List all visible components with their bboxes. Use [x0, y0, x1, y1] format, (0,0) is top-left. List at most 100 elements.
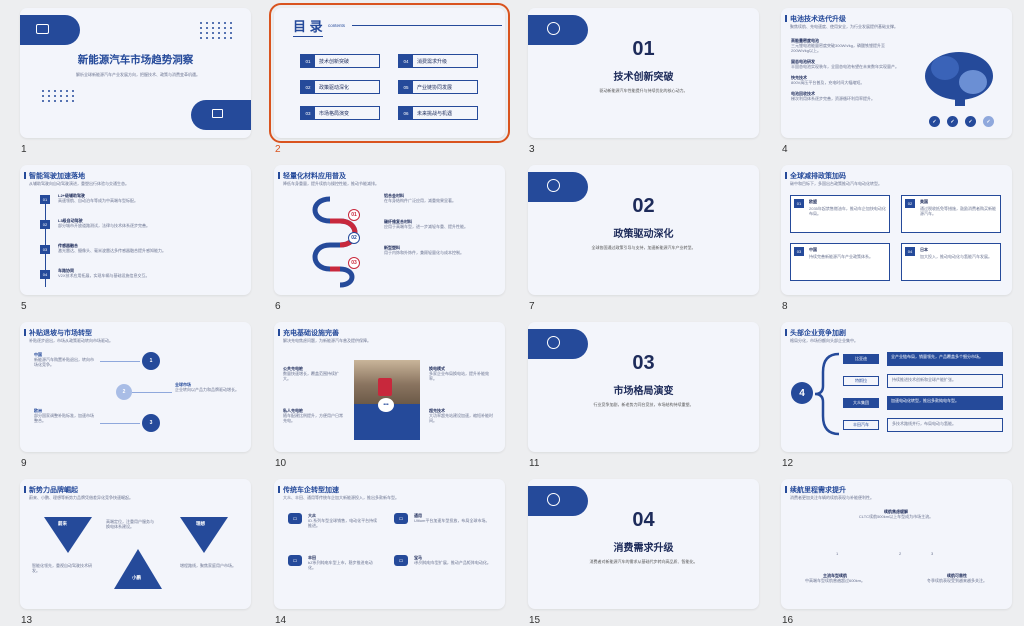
item-description: 三元锂电池能量密度突破300Wh/kg，磷酸铁锂提升至200Wh/kg以上。 [791, 43, 886, 53]
slide-thumbnail-6[interactable]: 轻量化材料应用普及 降低车身重量，提升续航与操控性能，推动节能减排。 01 02… [274, 165, 505, 312]
slide-number: 15 [529, 615, 541, 626]
slide-5[interactable]: 智能驾驶加速落地 从辅助驾驶向自动驾驶演进，重塑出行体验与交通生态。 01 L2… [20, 165, 251, 295]
red-bus-shape [378, 378, 392, 396]
section-number: 02 [632, 195, 655, 217]
company-description: Ultium平台加速车型投放，布局全球市场。 [414, 518, 490, 523]
slide-thumbnail-11[interactable]: 03 市场格局演变 行业竞争加剧，新老势力同台竞技，市场结构持续重塑。 11 [528, 322, 759, 469]
item-description: 多家企业布局换电站，提升补能效率。 [429, 371, 489, 381]
card-heading: 日本 [920, 247, 928, 252]
toc-item-label: 产业链协同发展 [417, 84, 453, 91]
item-description: 在车身结构件广泛应用，减重效果显著。 [384, 198, 456, 203]
slide-2[interactable]: 目 录 contents 01 技术创新突破 04 消费需求升级 02 政策驱动深化 … [269, 3, 510, 143]
slide-15[interactable]: 04 消费需求升级 消费者对新能源汽车的需求从基础代步转向高品质、智能化。 [528, 479, 759, 609]
slide-title: 新能源汽车市场趋势洞察 [77, 54, 194, 66]
slide-16[interactable]: 续航里程需求提升 消费者更加关注车辆的续航表现与补能便利性。 续航焦虑缓解 CLT… [781, 479, 1012, 609]
company-label: 比亚迪 [843, 354, 879, 364]
slide-6[interactable]: 轻量化材料应用普及 降低车身重量，提升续航与操控性能，推动节能减排。 01 02… [274, 165, 505, 295]
dot-pattern-decoration [200, 22, 233, 39]
card-description: 持续完善新能源汽车产业政策体系。 [809, 254, 873, 259]
slide-thumbnail-10[interactable]: 充电基础设施完善 解决充电焦虑问题，为新能源汽车普及提供保障。 公共充电桩 数量快… [274, 322, 505, 469]
chat-icon: ▭ [394, 513, 408, 524]
company-description: 加速电动化转型，推出多款纯电车型。 [887, 396, 1003, 410]
card-description: 通过税收抵免等措施，鼓励消费者购买新能源汽车。 [920, 206, 996, 216]
slide-heading: 充电基础设施完善 [278, 329, 339, 337]
slide-11[interactable]: 03 市场格局演变 行业竞争加剧，新老势力同台竞技，市场结构持续重塑。 [528, 322, 759, 452]
slide-thumbnail-14[interactable]: 传统车企转型加速 大众、丰田、通用等传统车企加大新能源投入，推出多款新车型。 ▭… [274, 479, 505, 626]
slide-14[interactable]: 传统车企转型加速 大众、丰田、通用等传统车企加大新能源投入，推出多款新车型。 ▭… [274, 479, 505, 609]
slide-8[interactable]: 全球减排政策加码 碳中和目标下，多国出台政策推动汽车电动化转型。 01 欧盟 2… [781, 165, 1012, 295]
card-number: 04 [905, 247, 915, 256]
slide-thumbnail-8[interactable]: 全球减排政策加码 碳中和目标下，多国出台政策推动汽车电动化转型。 01 欧盟 2… [781, 165, 1012, 312]
slide-thumbnail-7[interactable]: 02 政策驱动深化 全球各国通过政策引导与支持，加速新能源汽车产业转型。 7 [528, 165, 759, 312]
policy-card: 02 美国 通过税收抵免等措施，鼓励消费者购买新能源汽车。 [901, 195, 1001, 233]
slide-heading: 智能驾驶加速落地 [24, 172, 85, 180]
slide-number: 5 [21, 301, 27, 312]
slide-heading: 头部企业竞争加剧 [785, 329, 846, 337]
toc-item-label: 政策驱动深化 [319, 84, 350, 91]
slide-thumbnail-12[interactable]: 头部企业竞争加剧 格局分化，市场份额向头部企业集中。 4 比亚迪 特斯拉 大众集… [781, 322, 1012, 469]
step-number: 01 [348, 209, 360, 221]
slide-7[interactable]: 02 政策驱动深化 全球各国通过政策引导与支持，加速新能源汽车产业转型。 [528, 165, 759, 295]
section-description: 全球各国通过政策引导与支持，加速新能源汽车产业转型。 [591, 245, 696, 250]
slide-3[interactable]: 01 技术创新突破 驱动新能源汽车性能提升与持续优化的核心动力。 [528, 8, 759, 138]
brand-label: 蔚来 [58, 521, 67, 526]
section-title: 消费需求升级 [613, 543, 674, 554]
toc-item-03[interactable]: 03 市场格局演变 [300, 106, 380, 120]
toc-item-label: 技术创新突破 [319, 58, 350, 65]
slide-1[interactable]: 新能源汽车市场趋势洞察 解析全球新能源汽车产业发展方向，把握技术、政策与消费变革… [20, 8, 251, 138]
toc-item-04[interactable]: 04 消费需求升级 [398, 54, 478, 68]
toc-item-label: 市场格局演变 [319, 110, 350, 117]
slide-subheading: 补贴逐步退出，市场从政策驱动转向市场驱动。 [29, 338, 113, 343]
center-number: 4 [791, 382, 813, 404]
slide-subheading: 消费者更加关注车辆的续航表现与补能便利性。 [790, 495, 874, 500]
card-description: 2035年起禁售燃油车，推动车企加快电动化布局。 [809, 206, 886, 216]
slide-thumbnail-16[interactable]: 续航里程需求提升 消费者更加关注车辆的续航表现与补能便利性。 续航焦虑缓解 CLT… [781, 479, 1012, 626]
company-label: 丰田汽车 [843, 420, 879, 430]
slide-9[interactable]: 补贴退坡与市场转型 补贴逐步退出，市场从政策驱动转向市场驱动。 中国 新能源汽车购… [20, 322, 251, 452]
slide-12[interactable]: 头部企业竞争加剧 格局分化，市场份额向头部企业集中。 4 比亚迪 特斯拉 大众集… [781, 322, 1012, 452]
slide-13[interactable]: 新势力品牌崛起 蔚来、小鹏、理想等新势力品牌凭借差异化竞争快速崛起。 蔚来 理想… [20, 479, 251, 609]
node-icon: 2 [116, 384, 132, 400]
slide-thumbnail-13[interactable]: 新势力品牌崛起 蔚来、小鹏、理想等新势力品牌凭借差异化竞争快速崛起。 蔚来 理想… [20, 479, 251, 626]
slide-thumbnail-4[interactable]: 电池技术迭代升级 聚焦续航、充电速度、使用安全，为行业发展提供基础支撑。 高能量… [781, 8, 1012, 155]
brand-label: 小鹏 [132, 575, 141, 580]
slide-subheading: 从辅助驾驶向自动驾驶演进，重塑出行体验与交通生态。 [29, 181, 129, 186]
item-description: 数量快速增长，覆盖范围持续扩大。 [283, 371, 339, 381]
toc-item-05[interactable]: 05 产业链协同发展 [398, 80, 478, 94]
arrow-line [100, 361, 140, 362]
item-description: 中高端车型续航普遍超过600km。 [804, 578, 865, 583]
item-description: 大功率超充站建设加速，缩短补能时间。 [429, 413, 493, 423]
section-number: 03 [632, 352, 655, 374]
toc-item-06[interactable]: 06 未来挑战与机遇 [398, 106, 478, 120]
card-number: 02 [905, 199, 915, 208]
slide-subheading: 碳中和目标下，多国出台政策推动汽车电动化转型。 [790, 181, 882, 186]
node-icon: 3 [142, 414, 160, 432]
slide-subheading: 大众、丰田、通用等传统车企加大新能源投入，推出多款新车型。 [283, 495, 399, 500]
slide-number: 2 [275, 144, 281, 155]
slide-thumbnail-15[interactable]: 04 消费需求升级 消费者对新能源汽车的需求从基础代步转向高品质、智能化。 15 [528, 479, 759, 626]
item-description: 新能源汽车购置补贴退出，转向市场化竞争。 [34, 357, 94, 367]
company-description: 多技术路线并行，布局电动与氢能。 [887, 418, 1003, 432]
slide-number: 9 [21, 458, 27, 469]
slide-thumbnail-5[interactable]: 智能驾驶加速落地 从辅助驾驶向自动驾驶演进，重塑出行体验与交通生态。 01 L2… [20, 165, 251, 312]
toc-item-02[interactable]: 02 政策驱动深化 [300, 80, 380, 94]
slide-4[interactable]: 电池技术迭代升级 聚焦续航、充电速度、使用安全，为行业发展提供基础支撑。 高能量… [781, 8, 1012, 138]
policy-card: 04 日本 加大投入，推动电动化与氢能汽车发展。 [901, 243, 1001, 281]
slide-heading: 传统车企转型加速 [278, 486, 339, 494]
slide-subtitle: 解析全球新能源汽车产业发展方向，把握技术、政策与消费变革机遇。 [76, 72, 200, 77]
slide-thumbnail-2[interactable]: 目 录 contents 01 技术创新突破 04 消费需求升级 02 政策驱动深化 … [269, 3, 510, 155]
slide-thumbnail-9[interactable]: 补贴退坡与市场转型 补贴逐步退出，市场从政策驱动转向市场驱动。 中国 新能源汽车购… [20, 322, 251, 469]
chat-icon: ▭ [288, 555, 302, 566]
step-description: 部分城市开放道路测试，法律与技术体系逐步完善。 [58, 223, 150, 228]
toc-item-01[interactable]: 01 技术创新突破 [300, 54, 380, 68]
slide-thumbnail-3[interactable]: 01 技术创新突破 驱动新能源汽车性能提升与持续优化的核心动力。 3 [528, 8, 759, 155]
slide-10[interactable]: 充电基础设施完善 解决充电焦虑问题，为新能源汽车普及提供保障。 公共充电桩 数量快… [274, 322, 505, 452]
slide-number: 1 [21, 144, 27, 155]
company-description: 持续推进技术创新和全球产能扩张。 [887, 374, 1003, 388]
step-number: 02 [348, 232, 360, 244]
slide-number: 16 [782, 615, 794, 626]
divider-line [352, 25, 502, 26]
section-number: 01 [632, 38, 655, 60]
slide-thumbnail-1[interactable]: 新能源汽车市场趋势洞察 解析全球新能源汽车产业发展方向，把握技术、政策与消费变革… [20, 8, 251, 155]
step-number: 02 [40, 220, 50, 229]
